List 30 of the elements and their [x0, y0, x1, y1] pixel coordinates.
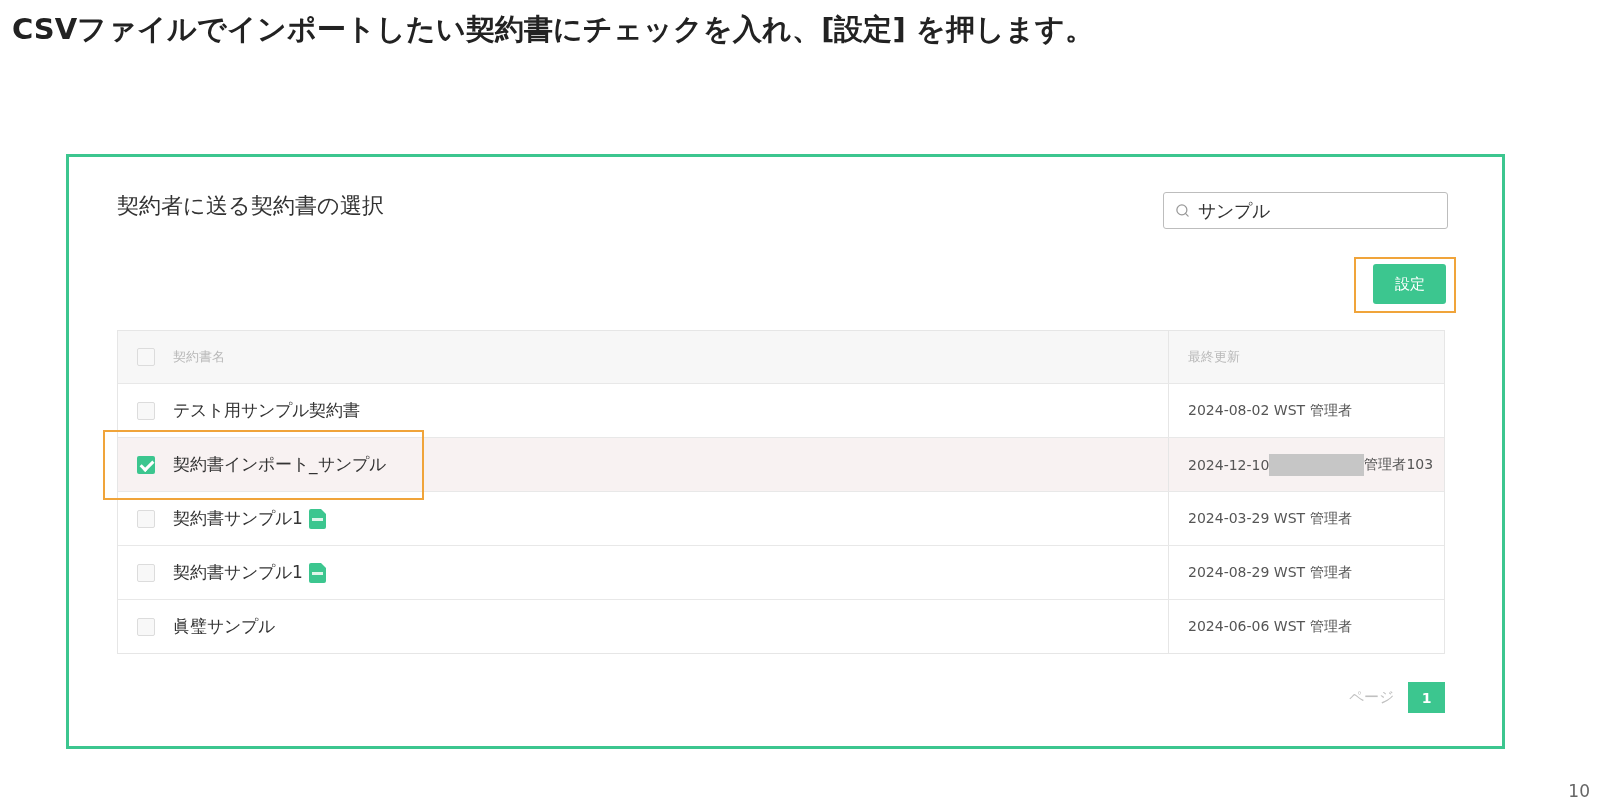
search-icon	[1175, 203, 1190, 218]
table-row[interactable]: テスト用サンプル契約書 2024-08-02 WST 管理者	[118, 383, 1444, 437]
contract-name: 契約書サンプル1	[173, 507, 303, 530]
page-label: ページ	[1349, 688, 1394, 707]
table-row[interactable]: 契約書サンプル1 2024-08-29 WST 管理者	[118, 545, 1444, 599]
checkbox[interactable]	[137, 401, 155, 420]
checkbox[interactable]	[137, 563, 155, 582]
checkbox[interactable]	[137, 617, 155, 636]
contract-name: 契約書インポート_サンプル	[173, 453, 386, 476]
updated-text: 2024-08-29 WST 管理者	[1188, 563, 1352, 582]
checkbox[interactable]	[137, 455, 155, 474]
checkbox[interactable]	[137, 348, 155, 366]
updated-text: 2024-12-10	[1188, 456, 1270, 473]
contract-name: 契約書サンプル1	[173, 561, 303, 584]
search-field[interactable]: サンプル	[1163, 192, 1448, 229]
updated-text: 2024-08-02 WST 管理者	[1188, 401, 1352, 420]
contract-name: テスト用サンプル契約書	[173, 399, 360, 422]
checkbox[interactable]	[137, 509, 155, 528]
dialog-title: 契約者に送る契約書の選択	[117, 192, 384, 220]
updated-text: 管理者103	[1364, 455, 1434, 474]
contract-name: 眞璧サンプル	[173, 615, 275, 638]
table-row[interactable]: 眞璧サンプル 2024-06-06 WST 管理者	[118, 599, 1444, 653]
instruction-heading: CSVファイルでインポートしたい契約書にチェックを入れ、[設定] を押します。	[12, 11, 1094, 48]
updated-text: 2024-03-29 WST 管理者	[1188, 509, 1352, 528]
column-header: 契約書名	[173, 348, 225, 366]
table-row[interactable]: 契約書インポート_サンプル 2024-12-10 管理者103	[118, 437, 1444, 491]
table-row[interactable]: 契約書サンプル1 2024-03-29 WST 管理者	[118, 491, 1444, 545]
column-header: 最終更新	[1188, 348, 1240, 366]
page-number: 10	[1568, 781, 1590, 801]
updated-text: 2024-06-06 WST 管理者	[1188, 617, 1352, 636]
